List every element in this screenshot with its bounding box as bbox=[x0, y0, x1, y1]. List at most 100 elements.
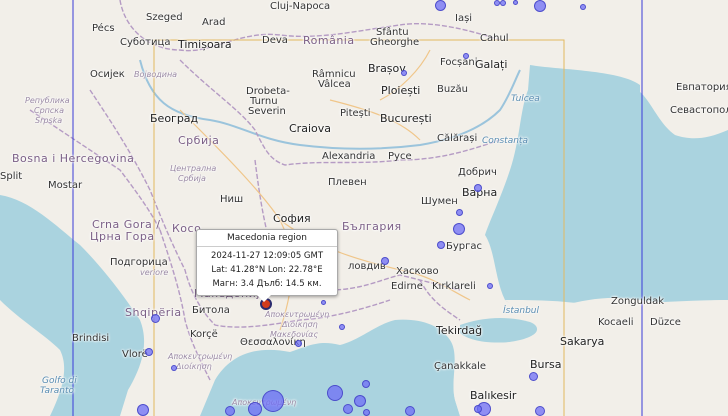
label-crnagora: Crna Gora / bbox=[92, 218, 161, 231]
label-bursa: Bursa bbox=[530, 358, 562, 371]
quake-marker[interactable] bbox=[338, 323, 345, 330]
label-split: Split bbox=[0, 171, 23, 182]
quake-marker[interactable] bbox=[342, 403, 353, 414]
label-tulcea: Tulcea bbox=[511, 94, 540, 104]
quake-marker[interactable] bbox=[534, 0, 547, 12]
label-buzau: Buzău bbox=[437, 84, 468, 95]
label-bulgaria: България bbox=[342, 220, 402, 233]
label-focsani: Focșani bbox=[440, 57, 478, 68]
label-sakarya: Sakarya bbox=[560, 335, 605, 348]
label-srpska2: Srpska bbox=[35, 116, 63, 125]
quake-marker[interactable] bbox=[362, 409, 370, 416]
label-deva: Deva bbox=[262, 35, 288, 46]
quake-marker[interactable] bbox=[400, 69, 407, 76]
quake-popup: Macedonia region 2024-11-27 12:09:05 GMT… bbox=[196, 229, 338, 302]
quake-marker[interactable] bbox=[499, 0, 506, 6]
label-centralna1: Централна bbox=[170, 164, 217, 173]
label-vojvodina: Војводина bbox=[134, 70, 178, 79]
quake-marker[interactable] bbox=[247, 401, 262, 416]
label-korce: Korçë bbox=[190, 329, 218, 340]
label-ploiesti: Ploiești bbox=[381, 84, 421, 97]
label-canakkale: Çanakkale bbox=[434, 361, 487, 372]
label-szeged: Szeged bbox=[146, 12, 183, 23]
label-gheorghe: Gheorghe bbox=[370, 37, 420, 48]
label-cahul: Cahul bbox=[480, 33, 509, 44]
label-tekirdag: Tekirdağ bbox=[436, 324, 483, 337]
label-sevastopol: Севастополь bbox=[670, 105, 728, 116]
label-cluj: Cluj-Napoca bbox=[270, 1, 331, 12]
quake-marker[interactable] bbox=[493, 0, 500, 6]
label-apokentromeni1: Αποκεντρωμένη bbox=[265, 310, 330, 319]
label-bitola: Битола bbox=[192, 305, 230, 316]
label-vlore: Vlorë bbox=[122, 349, 148, 360]
popup-pointer bbox=[257, 295, 271, 302]
map-base bbox=[0, 0, 728, 416]
quake-marker[interactable] bbox=[453, 222, 466, 235]
label-nish: Ниш bbox=[220, 194, 244, 205]
label-pecs: Pécs bbox=[92, 23, 115, 34]
label-alexandria: Alexandria bbox=[322, 151, 376, 162]
label-bosna: Bosna i Hercegovina bbox=[12, 152, 135, 165]
label-osijek: Осијек bbox=[90, 69, 125, 80]
label-pleven: Плевен bbox=[328, 177, 367, 188]
quake-marker[interactable] bbox=[512, 0, 518, 5]
label-ipeiros1: Αποκεντρωμένη bbox=[168, 352, 233, 361]
label-balikesir: Balıkesir bbox=[470, 389, 517, 402]
label-podgorica: Подгорица bbox=[110, 257, 168, 268]
label-shumen: Шумен bbox=[421, 196, 458, 207]
quake-marker[interactable] bbox=[474, 404, 483, 413]
label-subotica: Суботица bbox=[120, 37, 171, 48]
quake-marker[interactable] bbox=[145, 347, 154, 356]
label-pitesti: Pitești bbox=[340, 108, 371, 119]
label-calarasi: Călărași bbox=[437, 133, 478, 144]
label-golfo1: Golfo di bbox=[42, 376, 77, 386]
popup-title: Macedonia region bbox=[197, 230, 337, 247]
label-evpatoria: Евпатория bbox=[676, 82, 728, 93]
label-brindisi: Brindisi bbox=[72, 333, 110, 344]
label-galati: Galați bbox=[475, 58, 508, 71]
label-beograd: Београд bbox=[150, 112, 199, 125]
label-kocaeli: Kocaeli bbox=[598, 317, 634, 328]
popup-coords: Lat: 41.28°N Lon: 22.78°E bbox=[211, 265, 323, 275]
label-sofia: София bbox=[273, 212, 311, 225]
label-istanbul: İstanbul bbox=[503, 306, 540, 316]
label-republika: Република bbox=[25, 96, 70, 105]
quake-marker[interactable] bbox=[455, 208, 463, 216]
quake-marker[interactable] bbox=[404, 406, 415, 416]
label-arad: Arad bbox=[202, 17, 226, 28]
label-edirne: Edirne bbox=[391, 281, 423, 292]
label-ipeiros2: Διοίκηση bbox=[176, 362, 212, 371]
label-dobrich: Добрич bbox=[458, 167, 497, 178]
label-romania: România bbox=[303, 34, 355, 47]
popup-magnitude: Магн: 3.4 Дълб: 14.5 км. bbox=[212, 279, 322, 289]
quake-marker[interactable] bbox=[529, 371, 539, 381]
label-plovdiv: ловдив bbox=[348, 261, 386, 272]
quake-marker[interactable] bbox=[327, 384, 344, 401]
label-craiova: Craiova bbox=[289, 122, 331, 135]
label-srpska1: Српска bbox=[34, 106, 65, 115]
quake-marker[interactable] bbox=[535, 406, 546, 416]
label-severin: Severin bbox=[248, 106, 286, 117]
label-centralna2: Србија bbox=[178, 174, 206, 183]
quake-marker[interactable] bbox=[294, 339, 302, 347]
label-iasi: Iași bbox=[455, 13, 473, 24]
label-haskovo: Хасково bbox=[396, 266, 439, 277]
quake-marker[interactable] bbox=[462, 53, 469, 60]
label-valcea: Vâlcea bbox=[318, 79, 351, 90]
label-duzce: Düzce bbox=[650, 317, 681, 328]
label-constanta: Constanța bbox=[482, 136, 528, 146]
quake-marker[interactable] bbox=[225, 406, 236, 416]
label-golfo2: Taranto bbox=[40, 386, 75, 396]
label-mostar: Mostar bbox=[48, 180, 83, 191]
label-timisoara: Timișoara bbox=[178, 38, 232, 51]
label-veriore: veriore bbox=[140, 268, 169, 277]
quake-marker[interactable] bbox=[474, 183, 483, 192]
quake-marker[interactable] bbox=[354, 394, 367, 407]
label-crnagora2: Црна Гора bbox=[90, 230, 155, 243]
map-view[interactable]: Pécs Szeged Arad Cluj-Napoca Sfântu Gheo… bbox=[0, 0, 728, 416]
quake-marker[interactable] bbox=[320, 299, 326, 305]
label-kirklareli: Kırklareli bbox=[432, 281, 476, 292]
label-apokentromeni2: Διοίκηση bbox=[282, 320, 318, 329]
label-bucuresti: București bbox=[380, 112, 432, 125]
quake-marker[interactable] bbox=[436, 240, 445, 249]
